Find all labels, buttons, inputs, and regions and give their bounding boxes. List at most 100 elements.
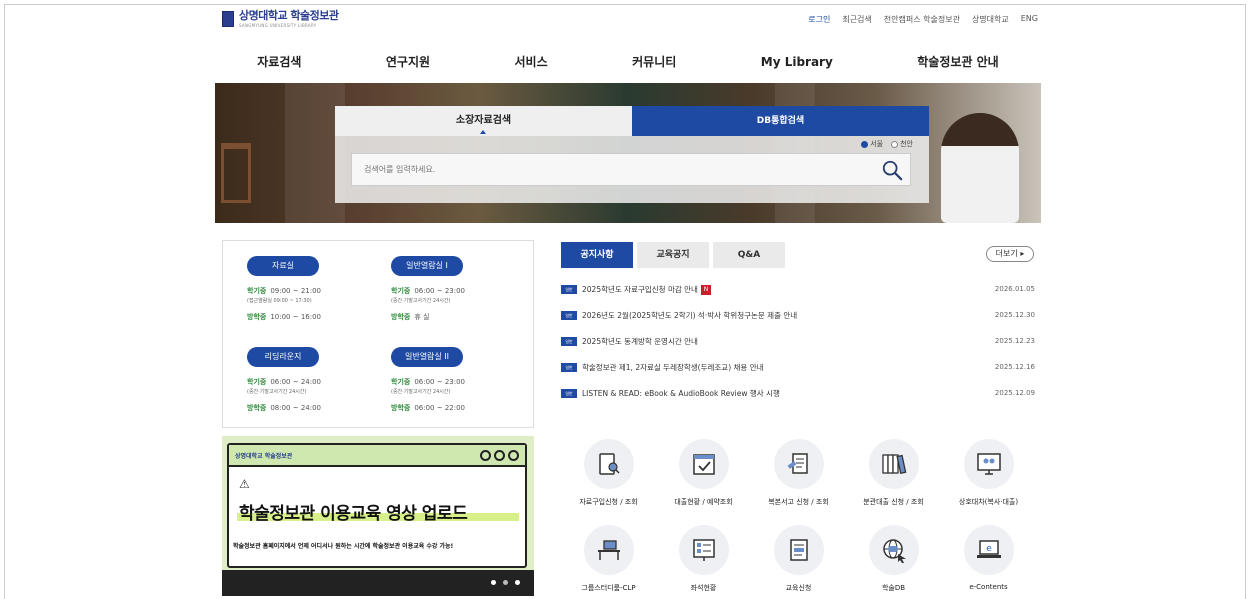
promo-window-bar: 상명대학교 학술정보관 [229,445,525,467]
util-cheonan-library[interactable]: 천안캠퍼스 학술정보관 [884,14,960,25]
util-university[interactable]: 상명대학교 [972,14,1009,25]
hours-value: 10:00 ~ 16:00 [270,313,321,321]
chevron-right-icon: ▸ [1020,249,1025,258]
promo-title: 학술정보관 이용교육 영상 업로드 [239,504,468,524]
quick-item-education[interactable]: 교육신청 [751,525,846,593]
hours-value: 08:00 ~ 24:00 [270,404,321,412]
notice-title[interactable]: 학술정보관 제1, 2자료실 두레장학생(두레조교) 채용 안내 [582,362,975,373]
notice-date: 2025.12.30 [994,311,1035,319]
hours-key: 학기중 [247,287,267,295]
room-hours-card: 리딩라운지 학기중 06:00 ~ 24:00 (중간·기말고사기간 24시간) … [247,344,387,413]
category-badge: 일반 [561,284,577,294]
quick-icon-circle: e [963,525,1014,575]
radio-cheonan[interactable]: 천안 [891,139,913,149]
util-recent-search[interactable]: 최근검색 [842,14,871,25]
quick-icon-circle [963,439,1014,489]
notice-title[interactable]: 2026년도 2월(2025학년도 2학기) 석·박사 학위청구논문 제출 안내 [582,310,975,321]
nav-item-search[interactable]: 자료검색 [257,53,301,70]
nav-item-about[interactable]: 학술정보관 안내 [917,53,998,70]
notice-title[interactable]: LISTEN & READ: eBook & AudioBook Review … [582,388,975,399]
quick-icon-circle [678,525,729,575]
slider-dot[interactable] [503,580,508,585]
quick-icon-circle [868,525,919,575]
quick-item-label: 대출현황 / 예약조회 [674,498,733,506]
promo-banner[interactable]: 상명대학교 학술정보관 ⚠ 학술정보관 이용교육 영상 업로드 학술정보관 홈페… [222,436,534,596]
category-badge: 일반 [561,310,577,320]
slider-dot[interactable] [515,580,520,585]
room-hours-card: 일반열람실 I 학기중 06:00 ~ 23:00 (중간·기말고사기간 24시간… [391,253,531,322]
quick-item-seats[interactable]: 좌석현황 [656,525,751,593]
list-item[interactable]: 일반 LISTEN & READ: eBook & AudioBook Revi… [561,380,1035,406]
search-icon[interactable] [881,159,903,181]
quick-icon-circle [678,439,729,489]
util-english[interactable]: ENG [1021,14,1038,25]
logo-mark-icon [222,11,234,27]
quick-item-e-contents[interactable]: e e-Contents [941,525,1036,591]
tab-qna[interactable]: Q&A [713,242,785,268]
category-badge: 일반 [561,362,577,372]
library-logo[interactable]: 상명대학교 학술정보관 SANGMYUNG UNIVERSITY LIBRARY [222,10,339,28]
list-item[interactable]: 일반 2025학년도 동계방학 운영시간 안내 2025.12.23 [561,328,1035,354]
tab-holdings-search[interactable]: 소장자료검색 [335,106,632,136]
active-tab-marker-icon [480,130,486,134]
notice-date: 2026.01.05 [994,285,1035,293]
logo-subtext: SANGMYUNG UNIVERSITY LIBRARY [239,23,317,28]
quick-item-closed-stack[interactable]: 복본서고 신청 / 조회 [751,439,846,507]
slider-dot[interactable] [491,580,496,585]
util-login[interactable]: 로그인 [808,14,830,25]
new-badge: N [700,284,711,295]
notice-title[interactable]: 2025학년도 자료구입신청 마감 안내 [582,285,698,294]
nav-item-my-library[interactable]: My Library [761,55,833,69]
quick-icon-circle [773,525,824,575]
main-nav: 자료검색 연구지원 서비스 커뮤니티 My Library 학술정보관 안내 [215,40,1041,83]
notice-list: 일반 2025학년도 자료구입신청 마감 안내 N 2026.01.05 일반 2… [561,276,1035,406]
slider-dots [491,580,520,585]
more-button[interactable]: 더보기 ▸ [986,246,1034,262]
radio-seoul[interactable]: 서울 [861,139,883,149]
monitor-people-icon [976,453,1001,475]
list-item[interactable]: 일반 2025학년도 자료구입신청 마감 안내 N 2026.01.05 [561,276,1035,302]
search-input[interactable] [351,153,911,186]
quick-item-loans[interactable]: 대출현황 / 예약조회 [656,439,751,507]
quick-item-label: 상호대차(복사·대출) [958,498,1019,506]
nav-item-community[interactable]: 커뮤니티 [632,53,676,70]
desk-icon [597,540,620,560]
hero-banner: 소장자료검색 DB통합검색 서울 천안 [215,83,1041,223]
tab-education[interactable]: 교육공지 [637,242,709,268]
tab-holdings-label: 소장자료검색 [455,115,512,126]
close-icon [508,449,519,461]
hours-key: 방학중 [391,313,411,321]
tab-db-search[interactable]: DB통합검색 [632,106,929,136]
quick-item-study-room[interactable]: 그룹스터디룸-CLP [561,525,656,593]
maximize-icon [494,449,505,461]
hours-value: 06:00 ~ 23:00 [414,378,465,386]
quick-item-label: 복본서고 신청 / 조회 [768,498,829,506]
logo-text: 상명대학교 학술정보관 [239,9,339,22]
search-panel: 소장자료검색 DB통합검색 서울 천안 [335,106,929,203]
hours-key: 방학중 [247,313,267,321]
notice-title[interactable]: 2025학년도 동계방학 운영시간 안내 [582,336,975,347]
hours-note: (중간·기말고사기간 24시간) [391,389,451,395]
minimize-icon [480,449,491,461]
book-search-icon [598,453,620,475]
quick-item-acquisition[interactable]: 자료구입신청 / 조회 [561,439,656,507]
quick-item-academic-db[interactable]: 학술DB [846,525,941,593]
category-badge: 일반 [561,336,577,346]
form-icon [789,539,808,561]
hours-value: 09:00 ~ 21:00 [270,287,321,295]
nav-item-service[interactable]: 서비스 [515,53,548,70]
nav-item-research[interactable]: 연구지원 [386,53,430,70]
promo-logo: 상명대학교 학술정보관 [235,452,293,460]
tab-notices[interactable]: 공지사항 [561,242,633,268]
hours-key: 방학중 [247,404,267,412]
list-item[interactable]: 일반 학술정보관 제1, 2자료실 두레장학생(두레조교) 채용 안내 2025… [561,354,1035,380]
hours-value: 06:00 ~ 24:00 [270,378,321,386]
hours-key: 학기중 [391,378,411,386]
room-name-pill: 자료실 [247,256,319,276]
list-item[interactable]: 일반 2026년도 2월(2025학년도 2학기) 석·박사 학위청구논문 제출… [561,302,1035,328]
window-controls [480,449,519,461]
quick-item-interlibrary[interactable]: 상호대차(복사·대출) [941,439,1036,507]
campus-radio-group: 서울 천안 [861,139,913,149]
quick-item-branch-loan[interactable]: 분관대출 신청 / 조회 [846,439,941,507]
hours-value: 06:00 ~ 23:00 [414,287,465,295]
